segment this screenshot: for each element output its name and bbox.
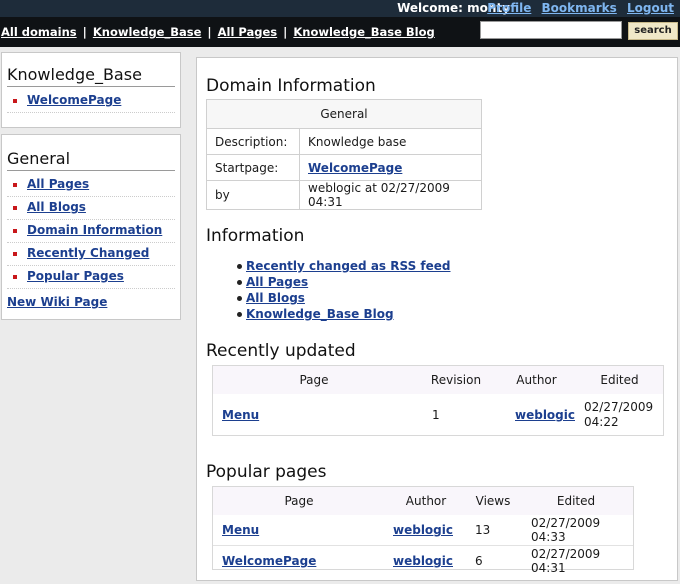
popular-pages-table: Page Author Views Edited Menu weblogic 1… [212, 486, 634, 576]
table-row: Startpage: WelcomePage [206, 154, 482, 181]
by-value: weblogic at 02/27/2009 04:31 [299, 180, 482, 210]
domain-info-heading: Domain Information [206, 76, 376, 96]
page-link[interactable]: Menu [222, 408, 259, 422]
main-content: Domain Information General Description: … [196, 57, 678, 581]
list-item: Knowledge_Base Blog [237, 306, 451, 322]
popular-pages-heading: Popular pages [206, 462, 327, 482]
sidebar-domain-title: Knowledge_Base [7, 65, 175, 87]
nav-bar: All domains | Knowledge_Base | All Pages | Kno… [0, 17, 680, 47]
author-link[interactable]: weblogic [515, 408, 575, 422]
logout-link[interactable]: Logout [627, 1, 674, 15]
search-input[interactable] [480, 21, 622, 39]
sidebar-domain-box: Knowledge_Base WelcomePage [1, 52, 181, 128]
edited-value: 02/27/2009 04:31 [519, 545, 633, 576]
all-blogs-link[interactable]: All Blogs [246, 291, 305, 305]
crumb-knowledge-base-blog[interactable]: Knowledge_Base Blog [293, 25, 434, 39]
col-views: Views [467, 487, 519, 515]
edited-time: 04:22 [584, 415, 619, 429]
sidebar-item-label[interactable]: All Pages [27, 177, 89, 191]
list-item: Recently changed as RSS feed [237, 258, 451, 274]
crumb-separator: | [82, 25, 87, 39]
profile-link[interactable]: Profile [487, 1, 531, 15]
sidebar-item-label[interactable]: Domain Information [27, 223, 162, 237]
views-value: 13 [475, 523, 491, 537]
col-page: Page [213, 487, 385, 515]
page-link[interactable]: Menu [222, 523, 259, 537]
edited-date: 02/27/2009 [584, 400, 654, 414]
table-row: Description: Knowledge base [206, 128, 482, 155]
author-link[interactable]: weblogic [393, 523, 453, 537]
page-link[interactable]: WelcomePage [222, 554, 316, 568]
information-links: Recently changed as RSS feed All Pages A… [237, 258, 451, 322]
sidebar-item-domain-information[interactable]: Domain Information [7, 220, 175, 243]
edited-value: 02/27/2009 04:22 [576, 394, 663, 436]
recently-updated-heading: Recently updated [206, 341, 356, 361]
col-edited: Edited [576, 366, 663, 394]
sidebar-item-label[interactable]: Popular Pages [27, 269, 124, 283]
top-bar: Welcome: monty Profile Bookmarks Logout [0, 0, 680, 17]
bookmarks-link[interactable]: Bookmarks [542, 1, 617, 15]
recently-updated-table: Page Revision Author Edited Menu 1 weblo… [212, 365, 664, 436]
information-heading: Information [206, 226, 305, 246]
crumb-knowledge-base[interactable]: Knowledge_Base [93, 25, 202, 39]
description-value: Knowledge base [299, 128, 482, 155]
author-link[interactable]: weblogic [393, 554, 453, 568]
col-author: Author [497, 366, 576, 394]
breadcrumb: All domains | Knowledge_Base | All Pages | Kno… [1, 25, 435, 39]
sidebar-general-title: General [7, 149, 175, 171]
list-item: All Pages [237, 274, 451, 290]
domain-info-table-header: General [206, 99, 482, 129]
edited-value: 02/27/2009 04:33 [531, 516, 601, 544]
col-page: Page [213, 366, 415, 394]
views-value: 6 [467, 545, 519, 576]
rss-feed-link[interactable]: Recently changed as RSS feed [246, 259, 451, 273]
sidebar-item-label[interactable]: Recently Changed [27, 246, 149, 260]
sidebar-item-popular-pages[interactable]: Popular Pages [7, 266, 175, 289]
sidebar-item-recently-changed[interactable]: Recently Changed [7, 243, 175, 266]
list-item: All Blogs [237, 290, 451, 306]
col-author: Author [385, 487, 467, 515]
table-row: by weblogic at 02/27/2009 04:31 [206, 180, 482, 210]
sidebar-item-all-blogs[interactable]: All Blogs [7, 197, 175, 220]
sidebar-general-box: General All Pages All Blogs Domain Infor… [1, 134, 181, 320]
crumb-all-domains[interactable]: All domains [1, 25, 77, 39]
description-label: Description: [206, 128, 300, 155]
new-wiki-page-link[interactable]: New Wiki Page [7, 295, 107, 309]
sidebar-item-all-pages[interactable]: All Pages [7, 174, 175, 197]
col-revision: Revision [415, 366, 497, 394]
col-edited: Edited [519, 487, 633, 515]
user-links: Profile Bookmarks Logout [481, 1, 674, 15]
startpage-label: Startpage: [206, 154, 300, 181]
table-row: Menu weblogic 13 02/27/2009 04:33 [213, 515, 633, 546]
all-pages-link[interactable]: All Pages [246, 275, 308, 289]
search-button[interactable]: search [628, 22, 678, 40]
domain-info-table: General Description: Knowledge base Star… [206, 99, 482, 210]
sidebar-item-welcomepage[interactable]: WelcomePage [7, 90, 175, 113]
table-row: Menu 1 weblogic 02/27/2009 04:22 [213, 394, 663, 436]
revision-value: 1 [432, 408, 440, 422]
by-label: by [206, 180, 300, 210]
crumb-separator: | [207, 25, 212, 39]
startpage-link[interactable]: WelcomePage [308, 161, 402, 175]
crumb-separator: | [283, 25, 288, 39]
blog-link[interactable]: Knowledge_Base Blog [246, 307, 394, 321]
sidebar-item-label[interactable]: WelcomePage [27, 93, 121, 107]
crumb-all-pages[interactable]: All Pages [218, 25, 278, 39]
table-row: WelcomePage weblogic 6 02/27/2009 04:31 [213, 545, 633, 576]
sidebar-item-label[interactable]: All Blogs [27, 200, 86, 214]
